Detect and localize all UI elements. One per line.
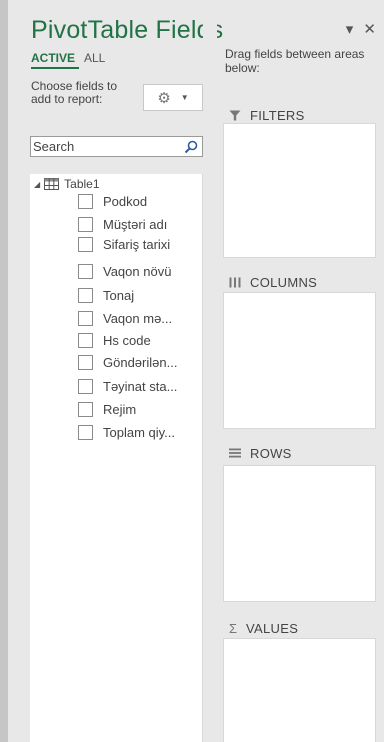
- field-checkbox[interactable]: [78, 378, 93, 394]
- rows-icon: [229, 448, 241, 458]
- field-checkbox[interactable]: [78, 424, 93, 440]
- columns-label: COLUMNS: [250, 274, 318, 290]
- tab-active[interactable]: ACTIVE: [31, 51, 75, 65]
- field-item[interactable]: Toplam qiy...: [78, 422, 175, 442]
- choose-fields-label: Choose fields to add to report:: [31, 79, 118, 106]
- field-checkbox[interactable]: [78, 216, 93, 232]
- values-area-header: Σ VALUES: [229, 618, 298, 638]
- field-item[interactable]: Tonaj: [78, 285, 134, 305]
- field-item[interactable]: Təyinat sta...: [78, 376, 177, 396]
- field-checkbox[interactable]: [78, 287, 93, 303]
- field-label: Rejim: [103, 401, 137, 417]
- field-label: Tonaj: [103, 287, 135, 303]
- field-item[interactable]: Rejim: [78, 399, 136, 419]
- gear-icon: ⚙: [157, 89, 171, 107]
- field-label: Sifariş tarixi: [103, 236, 171, 252]
- field-checkbox[interactable]: [78, 263, 93, 279]
- field-label: Toplam qiy...: [103, 424, 176, 440]
- sigma-icon: Σ: [229, 620, 238, 636]
- field-checkbox[interactable]: [78, 354, 93, 370]
- field-label: Göndərilən...: [103, 354, 178, 370]
- field-label: Vaqon mə...: [103, 310, 173, 326]
- columns-area[interactable]: [223, 292, 376, 429]
- close-icon[interactable]: ✕: [363, 20, 376, 38]
- values-label: VALUES: [246, 620, 299, 636]
- field-checkbox[interactable]: [78, 236, 93, 252]
- values-area[interactable]: [223, 638, 376, 742]
- search-icon[interactable]: [184, 140, 198, 154]
- rows-area-header: ROWS: [229, 443, 292, 463]
- search-field[interactable]: [30, 136, 203, 157]
- field-item[interactable]: Vaqon mə...: [78, 308, 172, 328]
- tools-button[interactable]: ⚙ ▼: [143, 84, 203, 111]
- field-label: Təyinat sta...: [103, 378, 178, 394]
- table-name: Table1: [64, 177, 100, 191]
- field-item[interactable]: Müştəri adı: [78, 214, 167, 234]
- field-checkbox[interactable]: [78, 193, 93, 209]
- field-label: Müştəri adı: [103, 216, 168, 232]
- header-icons: ▾ ✕: [340, 20, 376, 38]
- field-label: Podkod: [103, 193, 148, 209]
- columns-icon: [229, 277, 241, 288]
- field-checkbox[interactable]: [78, 401, 93, 417]
- field-list[interactable]: ◢ Table1 Podkod Müştəri adı Sifariş tari…: [30, 174, 203, 742]
- field-label: Vaqon növü: [103, 263, 172, 279]
- tab-all[interactable]: ALL: [84, 51, 105, 65]
- filters-area[interactable]: [223, 123, 376, 258]
- filters-area-header: FILTERS: [229, 105, 305, 125]
- collapse-triangle-icon[interactable]: ◢: [34, 180, 40, 189]
- field-label: Hs code: [103, 332, 151, 348]
- search-input[interactable]: [33, 138, 173, 155]
- field-item[interactable]: Sifariş tarixi: [78, 234, 170, 254]
- columns-area-header: COLUMNS: [229, 272, 317, 292]
- chevron-down-icon[interactable]: ▾: [346, 20, 354, 38]
- field-item[interactable]: Göndərilən...: [78, 352, 177, 372]
- pane-splitter[interactable]: [203, 0, 217, 742]
- field-item[interactable]: Vaqon növü: [78, 261, 171, 281]
- panel-title: PivotTable Fields: [31, 16, 224, 44]
- panel-left-edge: [0, 0, 8, 742]
- active-tab-indicator: [31, 67, 79, 69]
- filter-icon: [229, 110, 241, 121]
- table-node[interactable]: ◢ Table1: [34, 176, 100, 192]
- field-item[interactable]: Hs code: [78, 330, 151, 350]
- drag-hint: Drag fields between areas below:: [225, 47, 365, 75]
- field-checkbox[interactable]: [78, 332, 93, 348]
- chevron-down-icon: ▼: [180, 93, 189, 102]
- field-item[interactable]: Podkod: [78, 191, 147, 211]
- field-checkbox[interactable]: [78, 310, 93, 326]
- rows-area[interactable]: [223, 465, 376, 602]
- table-icon: [44, 178, 60, 190]
- rows-label: ROWS: [250, 445, 292, 461]
- filters-label: FILTERS: [250, 107, 305, 123]
